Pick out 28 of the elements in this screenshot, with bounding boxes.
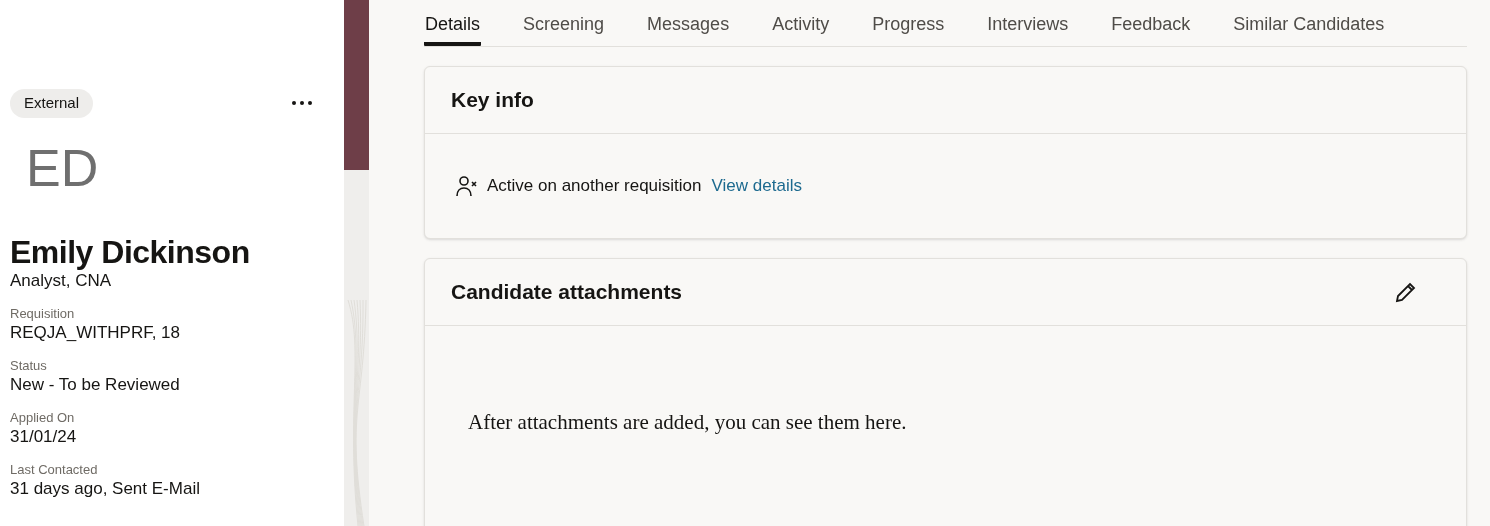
field-label: Status: [10, 357, 47, 374]
field-value: 31/01/24: [10, 425, 77, 448]
field-label: Requisition: [10, 305, 75, 322]
card-title: Key info: [451, 87, 534, 114]
candidate-title: Analyst, CNA: [10, 270, 113, 292]
tab[interactable]: Details: [424, 0, 482, 46]
tab[interactable]: Activity: [771, 0, 831, 46]
edit-icon[interactable]: [1394, 280, 1418, 304]
candidate-type-tag: External: [10, 89, 94, 118]
tab[interactable]: Messages: [646, 0, 731, 46]
avatar-initials: ED: [26, 141, 99, 194]
key-info-message: Active on another requisition: [487, 175, 702, 198]
empty-state-message: After attachments are added, you can see them here.: [468, 410, 907, 434]
tab[interactable]: Progress: [871, 0, 946, 46]
view-details-link[interactable]: View details: [711, 173, 802, 199]
card-title: Candidate attachments: [451, 279, 683, 306]
field-label: Applied On: [10, 409, 75, 426]
tab[interactable]: Feedback: [1110, 0, 1192, 46]
candidate-name: Emily Dickinson: [10, 233, 251, 270]
field-value: 31 days ago, Sent E-Mail: [10, 477, 200, 500]
tab[interactable]: Screening: [522, 0, 606, 46]
more-options-icon[interactable]: [291, 100, 313, 107]
field-value: New - To be Reviewed: [10, 373, 180, 396]
field-label: Last Contacted: [10, 461, 98, 478]
person-remove-icon: [455, 174, 479, 198]
tab[interactable]: Similar Candidates: [1232, 0, 1386, 46]
field-value: REQJA_WITHPRF, 18: [10, 321, 181, 344]
tab[interactable]: Interviews: [986, 0, 1070, 46]
